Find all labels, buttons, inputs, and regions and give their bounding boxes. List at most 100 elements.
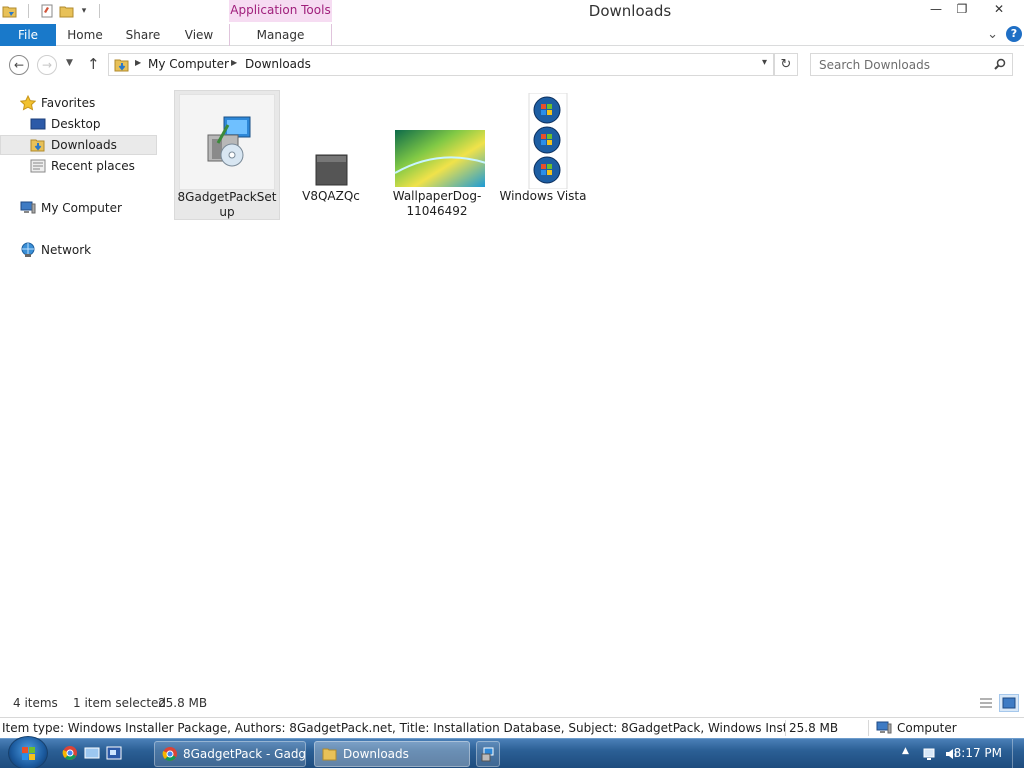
taskbar: 8GadgetPack - Gadg... Downloads ▲ 8:17 P… xyxy=(0,736,1024,768)
sidebar-item-my-computer[interactable]: My Computer xyxy=(0,198,157,218)
taskbar-chrome-window[interactable]: 8GadgetPack - Gadg... xyxy=(154,741,306,767)
details-location: Computer xyxy=(876,720,957,736)
show-desktop-quick-icon[interactable] xyxy=(84,745,100,761)
customize-qat-dropdown[interactable]: ▾ xyxy=(79,6,89,16)
network-icon xyxy=(21,242,35,257)
taskbar-installer-window[interactable] xyxy=(476,741,500,767)
windows-orbs-thumbnail xyxy=(495,92,591,190)
file-name: Windows Vista xyxy=(499,189,587,203)
sidebar-item-desktop[interactable]: Desktop xyxy=(0,114,157,134)
start-button[interactable] xyxy=(8,736,48,768)
breadcrumb-my-computer[interactable]: My Computer xyxy=(148,57,229,71)
switch-windows-icon[interactable] xyxy=(106,745,122,761)
tab-home[interactable]: Home xyxy=(62,24,108,46)
chrome-icon[interactable] xyxy=(62,745,78,761)
back-button[interactable]: ← xyxy=(9,55,29,75)
item-count: 4 items xyxy=(13,696,58,710)
selection-size: 25.8 MB xyxy=(158,696,208,710)
folder-icon[interactable] xyxy=(2,3,18,19)
help-icon[interactable]: ? xyxy=(1006,26,1022,42)
context-tab-header: Application Tools xyxy=(229,0,332,22)
tab-manage[interactable]: Manage xyxy=(229,24,332,46)
taskbar-button-label: 8GadgetPack - Gadg... xyxy=(183,747,306,761)
sidebar-item-recent-places[interactable]: Recent places xyxy=(0,156,157,176)
installer-graphic xyxy=(207,116,251,167)
taskbar-downloads-window[interactable]: Downloads xyxy=(314,741,470,767)
breadcrumb-downloads[interactable]: Downloads xyxy=(245,57,311,71)
computer-icon xyxy=(876,721,892,734)
folder-icon xyxy=(322,748,337,761)
recent-locations-dropdown[interactable]: ▼ xyxy=(66,58,73,68)
close-button[interactable]: ✕ xyxy=(976,0,1022,20)
computer-icon xyxy=(20,201,36,214)
installer-icon xyxy=(481,747,494,762)
show-hidden-icons-icon[interactable]: ▲ xyxy=(902,746,909,756)
file-item-8gadgetpacksetup[interactable]: 8GadgetPackSetup xyxy=(174,90,280,220)
details-bar: Item type: Windows Installer Package, Au… xyxy=(0,717,1024,738)
quick-access-toolbar: ▾ xyxy=(2,3,106,19)
search-icon[interactable] xyxy=(994,58,1006,70)
navigation-pane: Favorites Desktop Downloads Recent place… xyxy=(0,88,160,688)
installer-icon xyxy=(179,94,275,190)
desktop-icon xyxy=(30,118,46,130)
show-desktop-button[interactable] xyxy=(1012,739,1024,768)
sidebar-label: My Computer xyxy=(41,201,122,215)
sidebar-item-favorites[interactable]: Favorites xyxy=(0,93,157,113)
details-view-button[interactable] xyxy=(976,694,996,712)
large-icons-view-button[interactable] xyxy=(999,694,1019,712)
window-title: Downloads xyxy=(588,2,672,20)
network-status-icon[interactable] xyxy=(922,746,938,762)
tab-share[interactable]: Share xyxy=(120,24,166,46)
refresh-button[interactable]: ↻ xyxy=(774,53,798,76)
generic-file-graphic xyxy=(315,154,348,186)
tab-view[interactable]: View xyxy=(178,24,220,46)
file-name: 8GadgetPackSetup xyxy=(177,190,277,219)
tab-file[interactable]: File xyxy=(0,24,56,46)
taskbar-button-label: Downloads xyxy=(343,747,409,761)
location-label: Computer xyxy=(897,721,957,735)
toolbar-divider xyxy=(28,4,29,18)
toolbar-divider xyxy=(99,4,100,18)
file-item-windows-vista[interactable]: Windows Vista xyxy=(490,90,596,220)
status-bar: 4 items 1 item selected 25.8 MB xyxy=(0,694,1024,714)
windows-logo-icon xyxy=(22,747,35,760)
item-details: Item type: Windows Installer Package, Au… xyxy=(2,721,785,735)
ribbon-controls: ⌄ ? xyxy=(987,26,1022,42)
star-icon xyxy=(20,95,36,111)
forward-button[interactable]: → xyxy=(37,55,57,75)
windows-orbs-graphic xyxy=(528,92,568,190)
search-placeholder: Search Downloads xyxy=(819,58,930,72)
sidebar-label: Recent places xyxy=(51,159,135,173)
title-bar: ▾ Application Tools Downloads — ❐ ✕ xyxy=(0,0,1024,24)
generic-file-icon xyxy=(283,93,379,189)
address-bar[interactable]: ▶ My Computer ▶ Downloads ▾ xyxy=(108,53,774,76)
image-thumbnail xyxy=(389,93,487,189)
address-row: ← → ▼ ↑ ▶ My Computer ▶ Downloads ▾ ↻ Se… xyxy=(0,50,1024,80)
sidebar-label: Network xyxy=(41,243,92,257)
chrome-icon xyxy=(162,747,177,761)
file-item-v8qazqc[interactable]: V8QAZQc xyxy=(278,90,384,220)
system-tray: ▲ 8:17 PM xyxy=(874,739,1024,768)
downloads-folder-icon xyxy=(30,139,45,152)
minimize-button[interactable]: — xyxy=(922,0,950,20)
wallpaper-graphic xyxy=(394,130,487,187)
sidebar-item-downloads[interactable]: Downloads xyxy=(0,135,157,155)
maximize-button[interactable]: ❐ xyxy=(948,0,976,20)
address-history-dropdown[interactable]: ▾ xyxy=(762,57,767,68)
large-icons-view-icon xyxy=(1002,697,1016,709)
details-size: 25.8 MB xyxy=(789,721,839,735)
recent-places-icon xyxy=(30,159,46,173)
properties-icon[interactable] xyxy=(39,3,55,19)
file-name: WallpaperDog-11046492 xyxy=(392,189,482,218)
search-input[interactable]: Search Downloads xyxy=(810,53,1013,76)
up-button[interactable]: ↑ xyxy=(87,55,100,73)
sidebar-item-network[interactable]: Network xyxy=(0,240,157,260)
new-folder-icon[interactable] xyxy=(59,3,75,19)
file-name: V8QAZQc xyxy=(302,189,360,203)
downloads-folder-icon xyxy=(114,59,129,72)
divider xyxy=(868,720,869,736)
details-view-icon xyxy=(980,698,992,708)
file-item-wallpaperdog[interactable]: WallpaperDog-11046492 xyxy=(384,90,490,220)
expand-ribbon-icon[interactable]: ⌄ xyxy=(987,27,998,42)
clock[interactable]: 8:17 PM xyxy=(954,746,1002,760)
